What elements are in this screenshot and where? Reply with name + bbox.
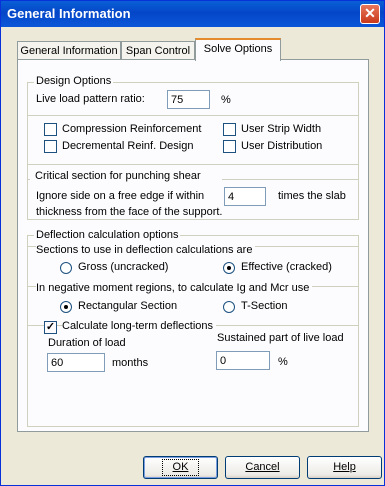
ok-button[interactable]: OK bbox=[143, 456, 218, 479]
negative-title: In negative moment regions, to calculate… bbox=[36, 282, 313, 294]
close-icon: ✕ bbox=[364, 5, 376, 21]
punching-line1-label: Ignore side on a free edge if within bbox=[36, 190, 205, 202]
effective-radio[interactable] bbox=[223, 262, 235, 274]
help-label: Help bbox=[333, 461, 356, 473]
punching-distance-input[interactable] bbox=[224, 187, 266, 206]
deflection-title: Deflection calculation options bbox=[34, 229, 181, 241]
sections-title: Sections to use in deflection calculatio… bbox=[36, 244, 256, 256]
t-section-radio[interactable] bbox=[223, 301, 235, 313]
window-title: General Information bbox=[7, 6, 131, 21]
sustained-input[interactable] bbox=[216, 351, 270, 370]
duration-input[interactable] bbox=[47, 353, 105, 372]
effective-label: Effective (cracked) bbox=[241, 261, 332, 273]
design-options-divider bbox=[28, 115, 358, 116]
cancel-label: Cancel bbox=[245, 461, 280, 473]
long-term-checkbox[interactable]: ✓ bbox=[44, 321, 57, 334]
dialog-window: General Information ✕ General Informatio… bbox=[0, 0, 385, 486]
title-bar[interactable]: General Information ✕ bbox=[1, 1, 384, 27]
punching-divider bbox=[28, 164, 358, 165]
gross-label: Gross (uncracked) bbox=[78, 261, 169, 273]
user-strip-width-checkbox[interactable] bbox=[223, 123, 236, 136]
close-button[interactable]: ✕ bbox=[360, 4, 380, 24]
effective-radio-dot bbox=[227, 266, 231, 270]
help-button[interactable]: Help bbox=[307, 456, 382, 479]
user-distribution-checkbox[interactable] bbox=[223, 140, 236, 153]
cancel-button[interactable]: Cancel bbox=[225, 456, 300, 479]
decremental-reinf-checkbox[interactable] bbox=[44, 140, 57, 153]
user-strip-width-label: User Strip Width bbox=[241, 123, 322, 135]
tab-general-information[interactable]: General Information bbox=[17, 41, 121, 60]
compression-reinforcement-checkbox[interactable] bbox=[44, 123, 57, 136]
sustained-unit: % bbox=[278, 356, 288, 368]
gross-radio[interactable] bbox=[60, 262, 72, 274]
tab-span-control[interactable]: Span Control bbox=[121, 41, 195, 60]
duration-unit: months bbox=[112, 357, 149, 369]
t-section-label: T-Section bbox=[241, 300, 288, 312]
punching-shear-title: Critical section for punching shear bbox=[35, 170, 201, 182]
sustained-label: Sustained part of live load bbox=[217, 332, 344, 344]
user-distribution-label: User Distribution bbox=[241, 140, 323, 152]
ok-label: OK bbox=[161, 459, 200, 476]
design-options-title: Design Options bbox=[34, 75, 114, 87]
punching-title-rule-right bbox=[222, 179, 358, 180]
duration-label: Duration of load bbox=[48, 337, 126, 349]
rectangular-radio-dot bbox=[64, 305, 68, 309]
checkmark-icon: ✓ bbox=[45, 321, 56, 333]
compression-reinforcement-label: Compression Reinforcement bbox=[62, 123, 202, 135]
live-load-label: Live load pattern ratio: bbox=[36, 93, 145, 105]
tab-solve-options[interactable]: Solve Options bbox=[195, 38, 281, 61]
decremental-reinf-label: Decremental Reinf. Design bbox=[62, 140, 194, 152]
live-load-input[interactable] bbox=[167, 90, 210, 109]
long-term-label: Calculate long-term deflections bbox=[62, 320, 217, 332]
rectangular-section-label: Rectangular Section bbox=[78, 300, 178, 312]
rectangular-section-radio[interactable] bbox=[60, 301, 72, 313]
live-load-unit: % bbox=[221, 94, 231, 106]
punching-line2-label: thickness from the face of the support. bbox=[36, 206, 223, 218]
punching-line1-suffix: times the slab bbox=[278, 190, 346, 202]
punching-title-rule-left bbox=[28, 179, 30, 180]
solve-options-panel: Design Options Live load pattern ratio: … bbox=[17, 59, 369, 432]
